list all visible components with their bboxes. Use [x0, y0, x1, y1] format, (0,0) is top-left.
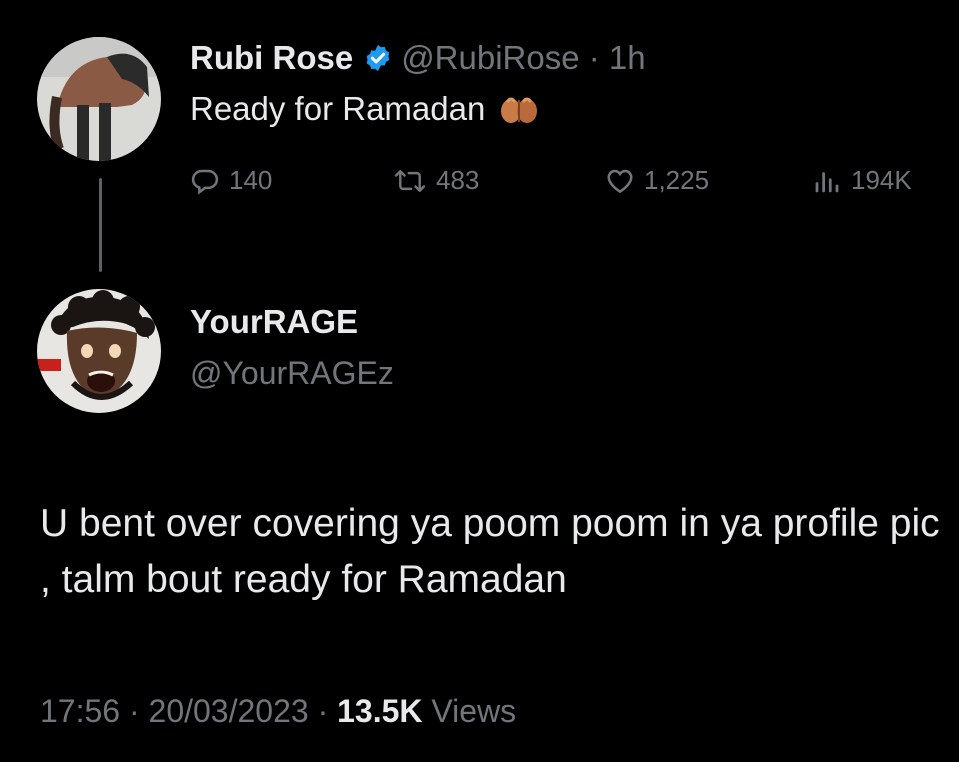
yourrage-avatar[interactable] — [37, 289, 161, 413]
retweet-icon — [394, 169, 426, 192]
reply-text: U bent over covering ya poom poom in ya … — [40, 502, 940, 601]
author-handle[interactable]: @RubiRose — [401, 39, 579, 77]
thread-connector-line — [99, 178, 102, 272]
verified-badge-icon — [366, 44, 390, 72]
reply-count: 140 — [229, 165, 273, 195]
like-count: 1,225 — [644, 165, 710, 195]
tweet-views-count[interactable]: 13.5K — [337, 693, 422, 729]
tweet-time-ago[interactable]: 1h — [609, 39, 646, 77]
tweet-header: Rubi Rose @RubiRose · 1h — [190, 36, 646, 80]
tweet-views-label: Views — [431, 693, 517, 729]
reply-author-handle[interactable]: @YourRAGEz — [190, 355, 394, 392]
header-separator: · — [579, 39, 609, 76]
views-count: 194K — [851, 165, 912, 195]
tweet-time[interactable]: 17:56 — [40, 693, 120, 729]
author-display-name[interactable]: Rubi Rose — [190, 39, 353, 77]
retweet-button[interactable]: 483 — [393, 165, 479, 196]
tweet-meta: 17:56 · 20/03/2023 · 13.5K Views — [40, 693, 516, 730]
rubi-rose-avatar[interactable] — [37, 37, 161, 161]
tweet-actions-bar: 140 483 1,225 194K — [190, 165, 949, 205]
views-button[interactable]: 194K — [812, 165, 912, 196]
folded-hands-emoji-icon — [501, 97, 538, 123]
views-icon — [815, 171, 839, 192]
reply-button[interactable]: 140 — [190, 165, 272, 196]
like-button[interactable]: 1,225 — [605, 165, 709, 196]
retweet-count: 483 — [436, 165, 480, 195]
tweet-text: Ready for Ramadan — [190, 90, 486, 127]
tweet-text-line: Ready for Ramadan — [190, 90, 539, 128]
meta-separator-2: · — [308, 693, 338, 729]
like-icon — [607, 169, 633, 193]
meta-separator-1: · — [120, 693, 149, 729]
reply-icon — [191, 169, 219, 195]
tweet-date[interactable]: 20/03/2023 — [149, 693, 309, 729]
reply-author-display-name[interactable]: YourRAGE — [190, 303, 358, 341]
